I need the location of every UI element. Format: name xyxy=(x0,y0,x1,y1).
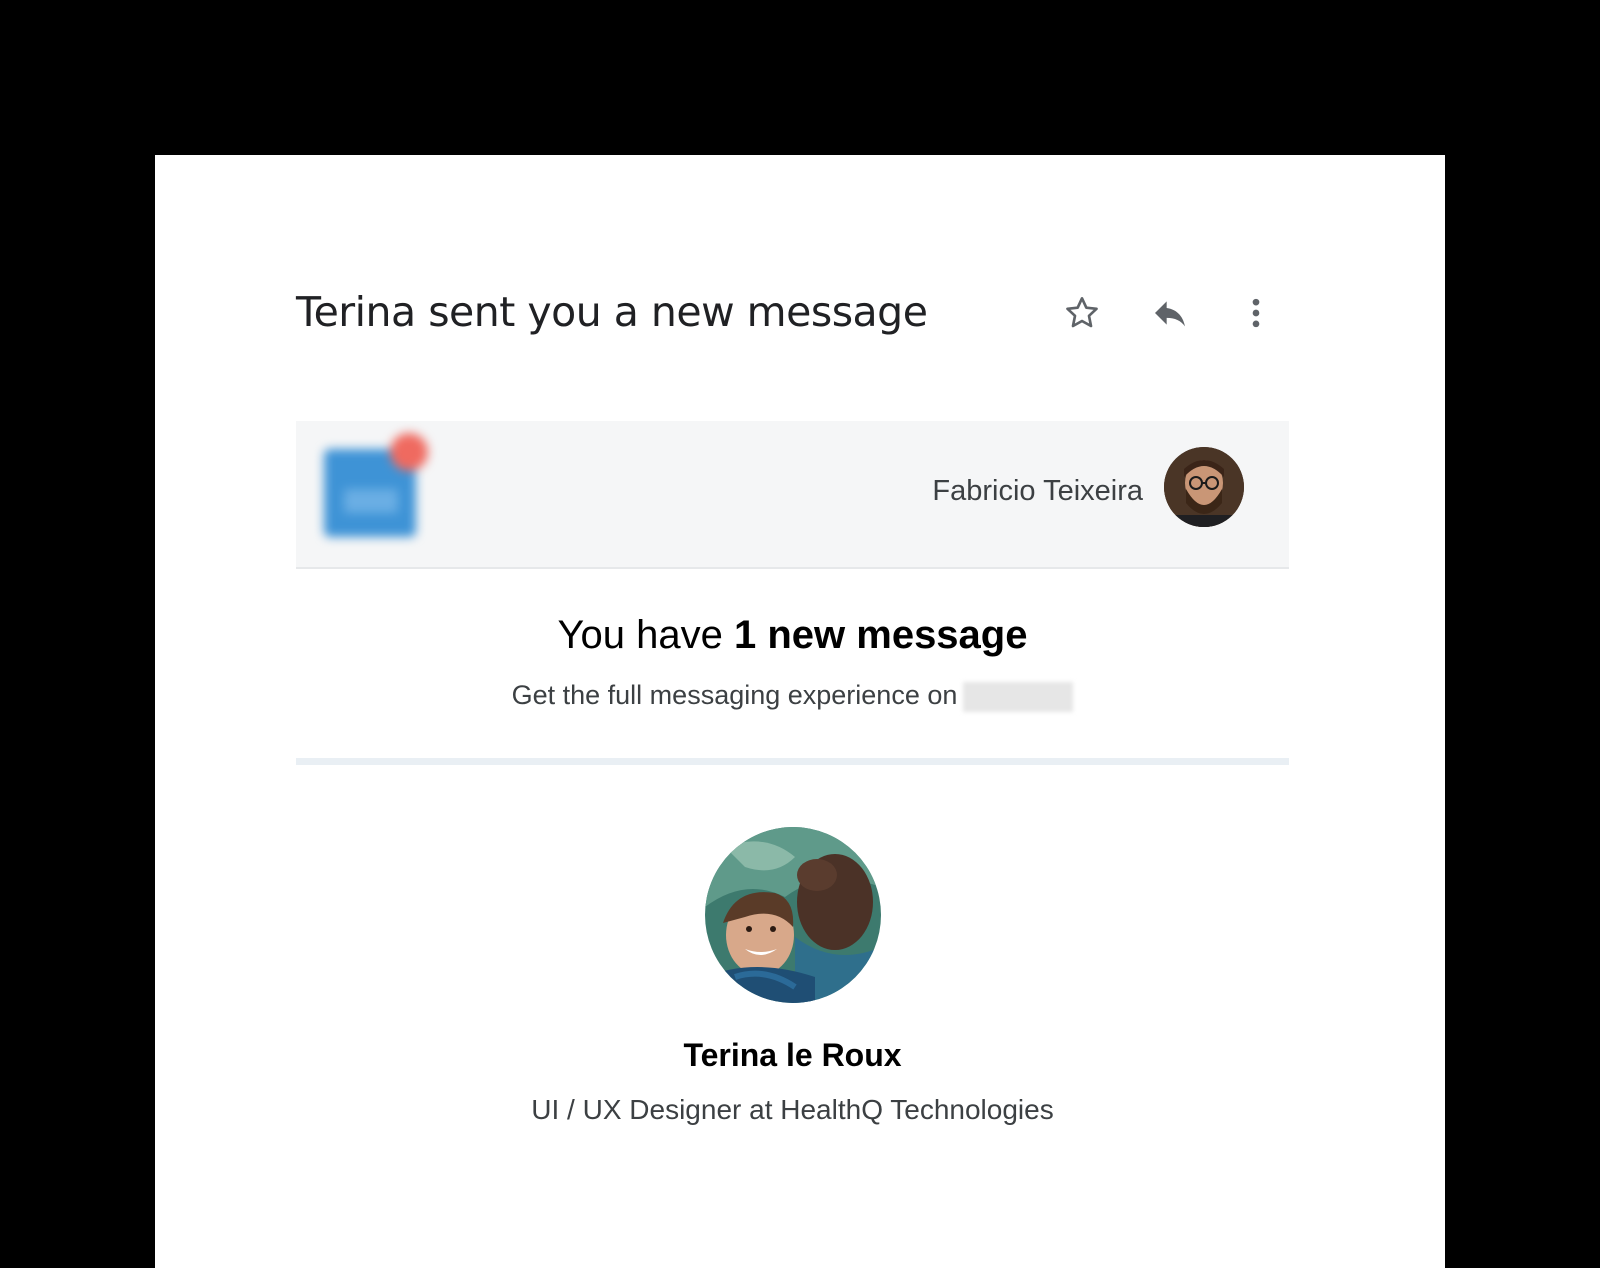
reply-button[interactable] xyxy=(1148,291,1192,335)
star-icon xyxy=(1066,297,1098,328)
star-button[interactable] xyxy=(1060,291,1104,335)
notification-badge xyxy=(390,433,428,471)
subline-text: Get the full messaging experience on xyxy=(511,680,958,710)
page: Terina sent you a new message Fabricio T… xyxy=(0,0,1600,1268)
logo-inner xyxy=(344,489,398,513)
recipient-name: Fabricio Teixeira xyxy=(932,475,1143,507)
sender-avatar-image xyxy=(705,827,881,1003)
headline: You have 1 new message xyxy=(296,610,1289,660)
recipient-avatar-image xyxy=(1164,447,1244,527)
recipient-avatar[interactable] xyxy=(1164,447,1244,527)
blurred-brand-name xyxy=(963,681,1074,712)
reply-icon xyxy=(1155,301,1185,327)
email-subject: Terina sent you a new message xyxy=(296,288,928,336)
headline-prefix: You have xyxy=(557,613,734,657)
sender-title: UI / UX Designer at HealthQ Technologies xyxy=(531,1094,1054,1125)
sender-name: Terina le Roux xyxy=(683,1037,902,1073)
divider xyxy=(296,758,1289,765)
subject-row: Terina sent you a new message xyxy=(296,275,1291,349)
subline: Get the full messaging experience on xyxy=(296,677,1289,713)
app-logo-icon xyxy=(324,431,432,539)
email-banner: Fabricio Teixeira xyxy=(296,421,1289,569)
sender-avatar[interactable] xyxy=(705,827,881,1003)
more-vertical-icon xyxy=(1252,298,1260,328)
headline-count: 1 new message xyxy=(733,613,1028,657)
more-options-button[interactable] xyxy=(1234,291,1278,335)
email-card: Terina sent you a new message Fabricio T… xyxy=(155,155,1445,1268)
